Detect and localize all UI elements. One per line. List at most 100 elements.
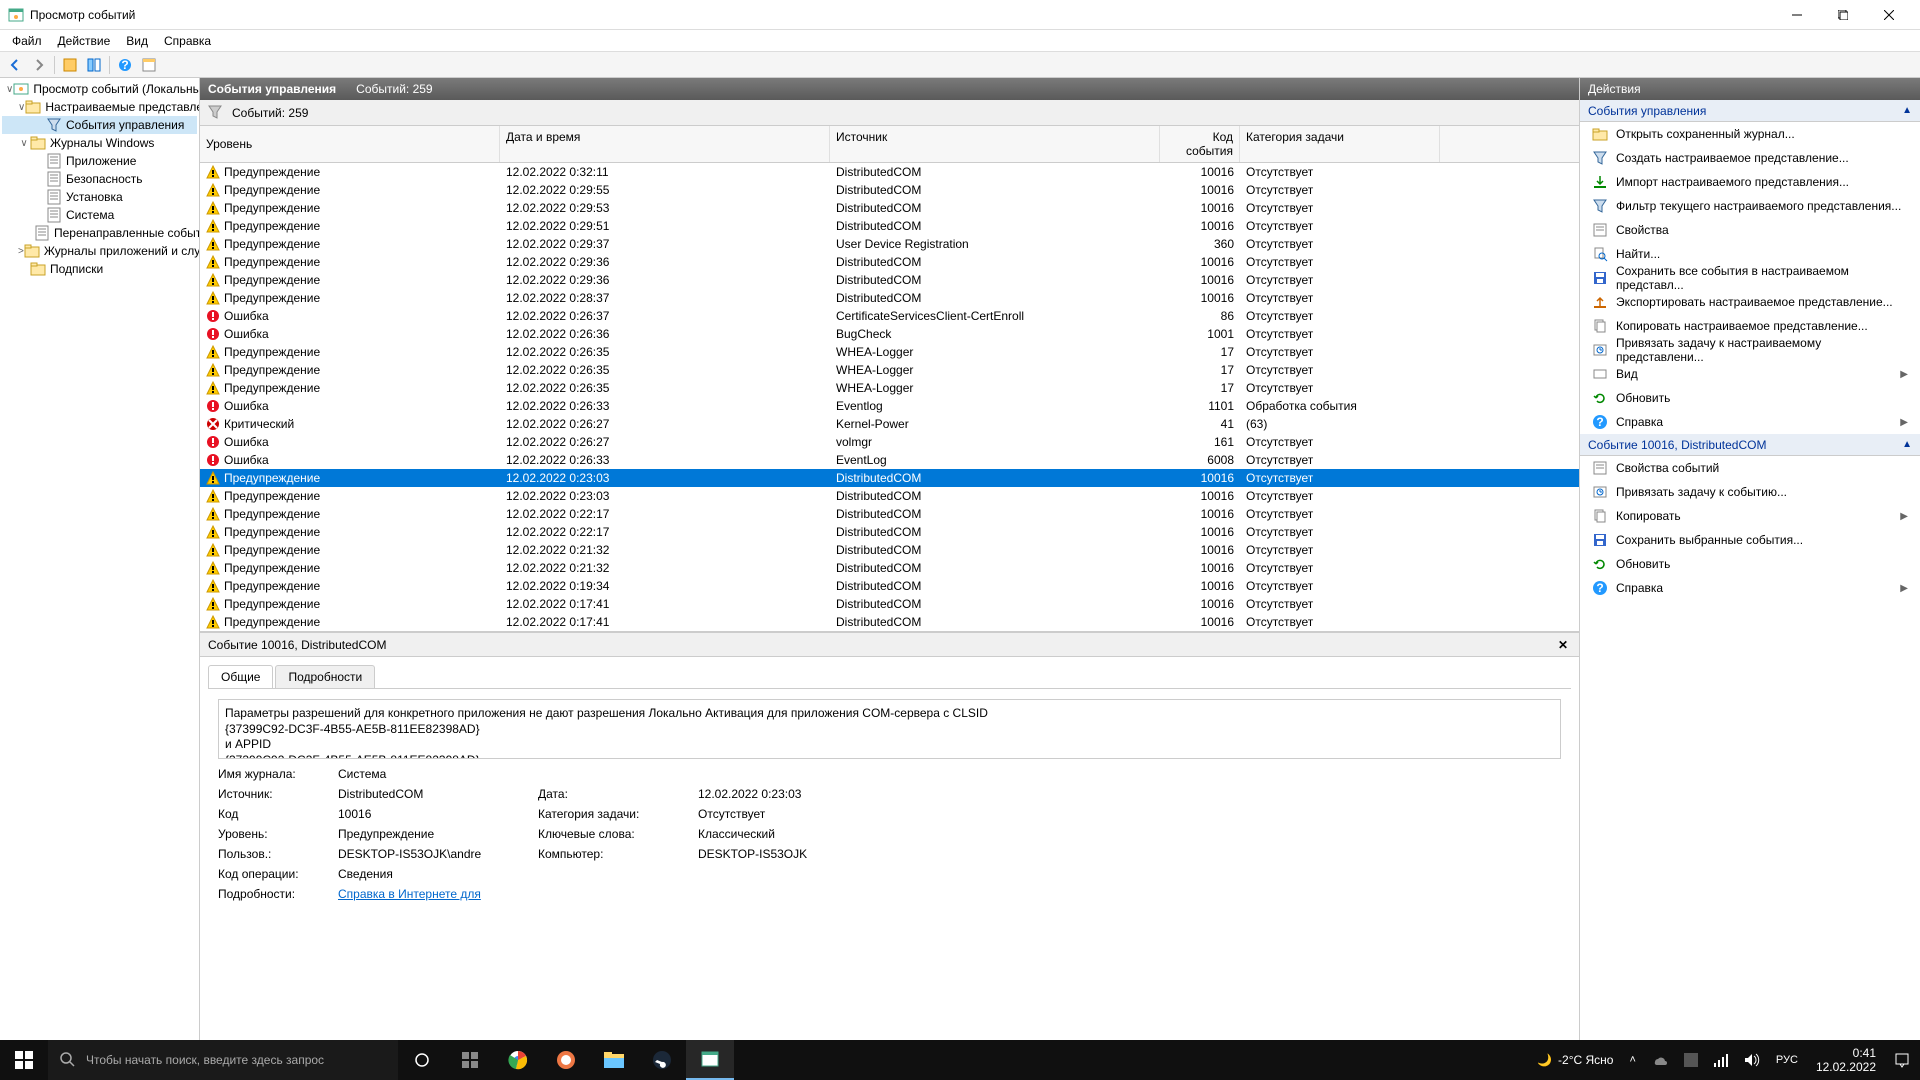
action-item[interactable]: Свойства событий [1580,456,1920,480]
event-row[interactable]: Критический12.02.2022 0:26:27Kernel-Powe… [200,415,1579,433]
action-item[interactable]: Копировать▶ [1580,504,1920,528]
taskbar-app-1[interactable] [446,1040,494,1080]
col-header-date[interactable]: Дата и время [500,126,830,162]
tree-node[interactable]: Перенаправленные события [2,224,197,242]
toolbar-btn-2[interactable] [83,54,105,76]
detail-close-button[interactable]: ✕ [1555,637,1571,653]
taskview-button[interactable] [398,1040,446,1080]
event-row[interactable]: Предупреждение12.02.2022 0:17:41Distribu… [200,613,1579,631]
event-row[interactable]: Предупреждение12.02.2022 0:26:35WHEA-Log… [200,379,1579,397]
tab-details[interactable]: Подробности [275,665,375,688]
event-row[interactable]: Предупреждение12.02.2022 0:17:41Distribu… [200,595,1579,613]
action-item[interactable]: Привязать задачу к событию... [1580,480,1920,504]
tray-chevron[interactable]: ˄ [1623,1054,1641,1066]
col-header-id[interactable]: Код события [1160,126,1240,162]
close-button[interactable] [1866,0,1912,30]
event-row[interactable]: Предупреждение12.02.2022 0:29:51Distribu… [200,217,1579,235]
tree-hscrollbar[interactable] [0,1024,199,1040]
action-item[interactable]: Свойства [1580,218,1920,242]
menu-view[interactable]: Вид [118,32,156,50]
actions-section1-header[interactable]: События управления ▲ [1580,100,1920,122]
help-button[interactable]: ? [114,54,136,76]
action-item[interactable]: Сохранить выбранные события... [1580,528,1920,552]
actions-section2-header[interactable]: Событие 10016, DistributedCOM ▲ [1580,434,1920,456]
action-item[interactable]: ?Справка▶ [1580,576,1920,600]
action-item[interactable]: Обновить [1580,386,1920,410]
event-row[interactable]: Предупреждение12.02.2022 0:26:35WHEA-Log… [200,343,1579,361]
taskbar-search[interactable]: Чтобы начать поиск, введите здесь запрос [48,1040,398,1080]
event-row[interactable]: Предупреждение12.02.2022 0:23:03Distribu… [200,487,1579,505]
col-header-cat[interactable]: Категория задачи [1240,126,1440,162]
event-row[interactable]: Предупреждение12.02.2022 0:22:17Distribu… [200,523,1579,541]
tree-node[interactable]: ∨Настраиваемые представления [2,98,197,116]
event-row[interactable]: Ошибка12.02.2022 0:26:37CertificateServi… [200,307,1579,325]
event-row[interactable]: Предупреждение12.02.2022 0:22:17Distribu… [200,505,1579,523]
col-header-level[interactable]: Уровень [200,126,500,162]
tree-node[interactable]: Приложение [2,152,197,170]
action-item[interactable]: Обновить [1580,552,1920,576]
event-row[interactable]: Предупреждение12.02.2022 0:19:34Distribu… [200,577,1579,595]
tray-network-icon[interactable] [1708,1053,1734,1067]
event-row[interactable]: Предупреждение12.02.2022 0:29:36Distribu… [200,253,1579,271]
back-button[interactable] [4,54,26,76]
action-item[interactable]: Привязать задачу к настраиваемому предст… [1580,338,1920,362]
action-item[interactable]: ?Справка▶ [1580,410,1920,434]
forward-button[interactable] [28,54,50,76]
tree-node[interactable]: Установка [2,188,197,206]
col-header-source[interactable]: Источник [830,126,1160,162]
action-item[interactable]: Фильтр текущего настраиваемого представл… [1580,194,1920,218]
event-row[interactable]: Предупреждение12.02.2022 0:28:37Distribu… [200,289,1579,307]
tab-general[interactable]: Общие [208,665,273,688]
action-item[interactable]: Сохранить все события в настраиваемом пр… [1580,266,1920,290]
tree-node[interactable]: Подписки [2,260,197,278]
show-tree-button[interactable] [59,54,81,76]
action-item[interactable]: Вид▶ [1580,362,1920,386]
action-item[interactable]: Найти... [1580,242,1920,266]
tree-root[interactable]: ∨ Просмотр событий (Локальный) [2,80,197,98]
tree-node[interactable]: ∨Журналы Windows [2,134,197,152]
event-row[interactable]: Предупреждение12.02.2022 0:21:32Distribu… [200,541,1579,559]
toolbar-btn-4[interactable] [138,54,160,76]
event-row[interactable]: Предупреждение12.02.2022 0:29:36Distribu… [200,271,1579,289]
tray-onedrive-icon[interactable] [1646,1054,1674,1066]
tray-lang[interactable]: РУС [1770,1054,1804,1066]
tray-icon-2[interactable] [1678,1053,1704,1067]
tray-notifications-icon[interactable] [1888,1052,1916,1068]
menu-file[interactable]: Файл [4,32,50,50]
taskbar-eventviewer[interactable] [686,1040,734,1080]
tree-node[interactable]: Безопасность [2,170,197,188]
detail-description[interactable]: Параметры разрешений для конкретного при… [218,699,1561,759]
event-row[interactable]: Предупреждение12.02.2022 0:32:11Distribu… [200,163,1579,181]
event-row[interactable]: Ошибка12.02.2022 0:26:27volmgr161Отсутст… [200,433,1579,451]
event-row[interactable]: Ошибка12.02.2022 0:26:36BugCheck1001Отсу… [200,325,1579,343]
event-row[interactable]: Предупреждение12.02.2022 0:29:37User Dev… [200,235,1579,253]
event-row[interactable]: Ошибка12.02.2022 0:26:33EventLog6008Отсу… [200,451,1579,469]
minimize-button[interactable] [1774,0,1820,30]
tree-node[interactable]: Система [2,206,197,224]
event-row[interactable]: Предупреждение12.02.2022 0:29:53Distribu… [200,199,1579,217]
menu-help[interactable]: Справка [156,32,219,50]
tray-volume-icon[interactable] [1738,1053,1766,1067]
action-item[interactable]: Экспортировать настраиваемое представлен… [1580,290,1920,314]
event-row[interactable]: Ошибка12.02.2022 0:26:33Eventlog1101Обра… [200,397,1579,415]
taskbar-app-3[interactable] [542,1040,590,1080]
tray-clock[interactable]: 0:41 12.02.2022 [1808,1046,1884,1075]
tree-node[interactable]: >Журналы приложений и служб [2,242,197,260]
action-item[interactable]: Создать настраиваемое представление... [1580,146,1920,170]
event-row[interactable]: Предупреждение12.02.2022 0:23:03Distribu… [200,469,1579,487]
event-list[interactable]: Уровень Дата и время Источник Код событи… [200,126,1579,631]
menu-action[interactable]: Действие [50,32,119,50]
taskbar-chrome[interactable] [494,1040,542,1080]
weather-widget[interactable]: 🌙 -2°C Ясно [1531,1053,1619,1067]
action-item[interactable]: Импорт настраиваемого представления... [1580,170,1920,194]
tree-node[interactable]: События управления [2,116,197,134]
event-row[interactable]: Предупреждение12.02.2022 0:21:32Distribu… [200,559,1579,577]
event-row[interactable]: Предупреждение12.02.2022 0:29:55Distribu… [200,181,1579,199]
maximize-button[interactable] [1820,0,1866,30]
action-item[interactable]: Открыть сохраненный журнал... [1580,122,1920,146]
taskbar-steam[interactable] [638,1040,686,1080]
event-row[interactable]: Предупреждение12.02.2022 0:26:35WHEA-Log… [200,361,1579,379]
link-online-help[interactable]: Справка в Интернете для [338,887,898,901]
taskbar-explorer[interactable] [590,1040,638,1080]
start-button[interactable] [0,1040,48,1080]
